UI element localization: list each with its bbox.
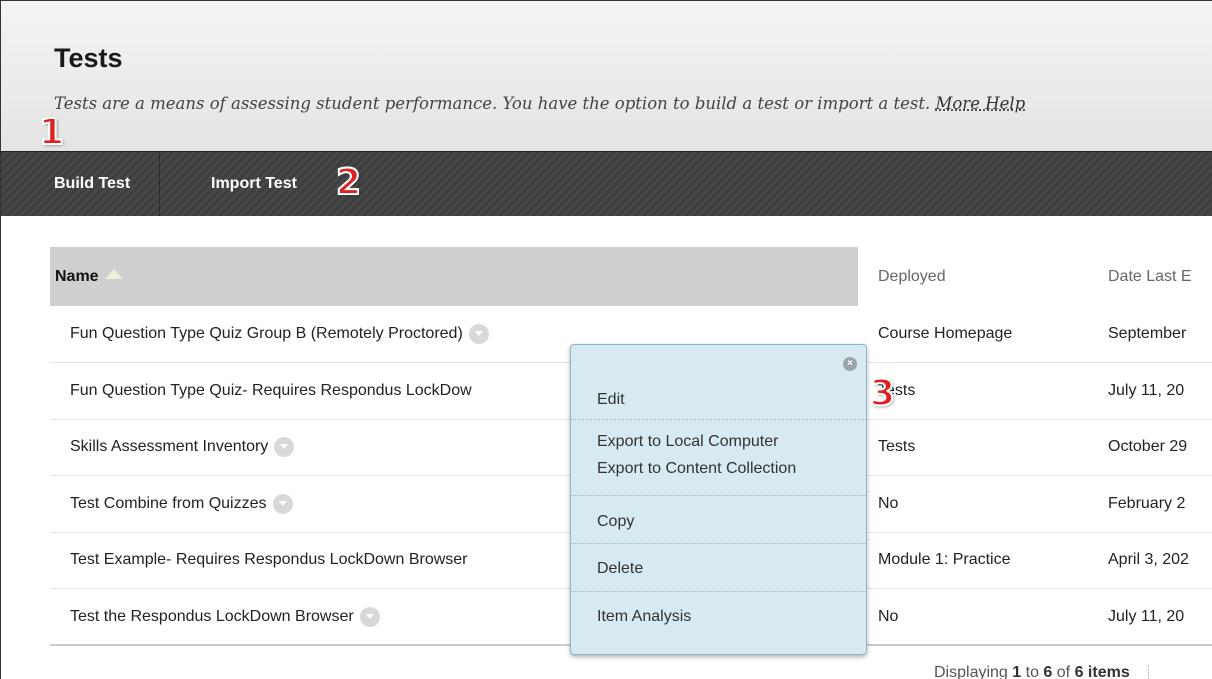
deployed-cell: No [858, 588, 1088, 646]
date-cell: April 3, 202 [1088, 532, 1212, 589]
build-test-button[interactable]: Build Test [25, 152, 161, 216]
date-cell: September [1088, 306, 1212, 363]
date-cell: October 29 [1088, 419, 1212, 476]
description-text: Tests are a means of assessing student p… [54, 94, 931, 113]
chevron-down-icon[interactable] [272, 493, 293, 514]
page-header: Tests Tests are a means of assessing stu… [1, 1, 1212, 151]
footer-text: of [1056, 664, 1071, 679]
column-header-deployed[interactable]: Deployed [858, 247, 1088, 306]
close-icon[interactable]: × [843, 357, 857, 371]
deployed-cell: Module 1: Practice [858, 532, 1088, 589]
sort-ascending-icon [104, 269, 123, 280]
footer-text: to [1025, 664, 1039, 679]
menu-item-edit[interactable]: Edit [571, 373, 866, 419]
callout-number-3: 3 [869, 373, 896, 414]
menu-item-copy[interactable]: Copy [571, 495, 866, 543]
footer-total: 6 items [1074, 664, 1130, 679]
more-help-link[interactable]: More Help [936, 94, 1026, 113]
menu-item-export-local[interactable]: Export to Local Computer [571, 419, 866, 457]
test-name[interactable]: Test Example- Requires Respondus LockDow… [70, 551, 468, 568]
test-name[interactable]: Test Combine from Quizzes [70, 495, 267, 512]
date-cell: February 2 [1088, 475, 1212, 533]
page-description: Tests are a means of assessing student p… [54, 94, 1025, 113]
test-name[interactable]: Skills Assessment Inventory [70, 438, 268, 455]
callout-number-1: 1 [38, 112, 65, 153]
menu-item-export-content-collection[interactable]: Export to Content Collection [571, 457, 866, 495]
item-context-menu: × Edit Export to Local Computer Export t… [570, 344, 867, 655]
callout-number-2: 2 [335, 162, 362, 203]
date-cell: July 11, 20 [1088, 362, 1212, 420]
chevron-down-icon[interactable] [468, 324, 489, 344]
footer-divider [1148, 664, 1150, 679]
context-menu-list: Edit Export to Local Computer Export to … [571, 373, 866, 639]
column-header-label: Name [55, 267, 99, 285]
menu-item-delete[interactable]: Delete [571, 543, 866, 591]
deployed-cell: Course Homepage [858, 306, 1088, 363]
test-name[interactable]: Fun Question Type Quiz Group B (Remotely… [70, 325, 463, 342]
date-cell: July 11, 20 [1088, 588, 1212, 646]
page-title: Tests [54, 43, 123, 73]
pagination-summary: Displaying 1 to 6 of 6 items [934, 664, 1150, 679]
import-test-button[interactable]: Import Test [183, 152, 325, 216]
footer-from: 1 [1012, 664, 1022, 679]
deployed-cell: No [858, 475, 1088, 533]
menu-item-item-analysis[interactable]: Item Analysis [571, 591, 866, 639]
deployed-cell: Tests [858, 419, 1088, 476]
chevron-down-icon[interactable] [274, 437, 295, 458]
column-header-date[interactable]: Date Last E [1088, 247, 1212, 306]
test-name[interactable]: Test the Respondus LockDown Browser [70, 608, 354, 625]
test-name[interactable]: Fun Question Type Quiz- Requires Respond… [70, 382, 472, 399]
table-header-row: Name Deployed Date Last E [50, 247, 1212, 306]
chevron-down-icon[interactable] [359, 606, 380, 627]
column-header-name[interactable]: Name [50, 247, 858, 306]
footer-to: 6 [1043, 664, 1053, 679]
footer-text: Displaying [934, 664, 1008, 679]
action-toolbar: Build Test Import Test [1, 151, 1212, 216]
